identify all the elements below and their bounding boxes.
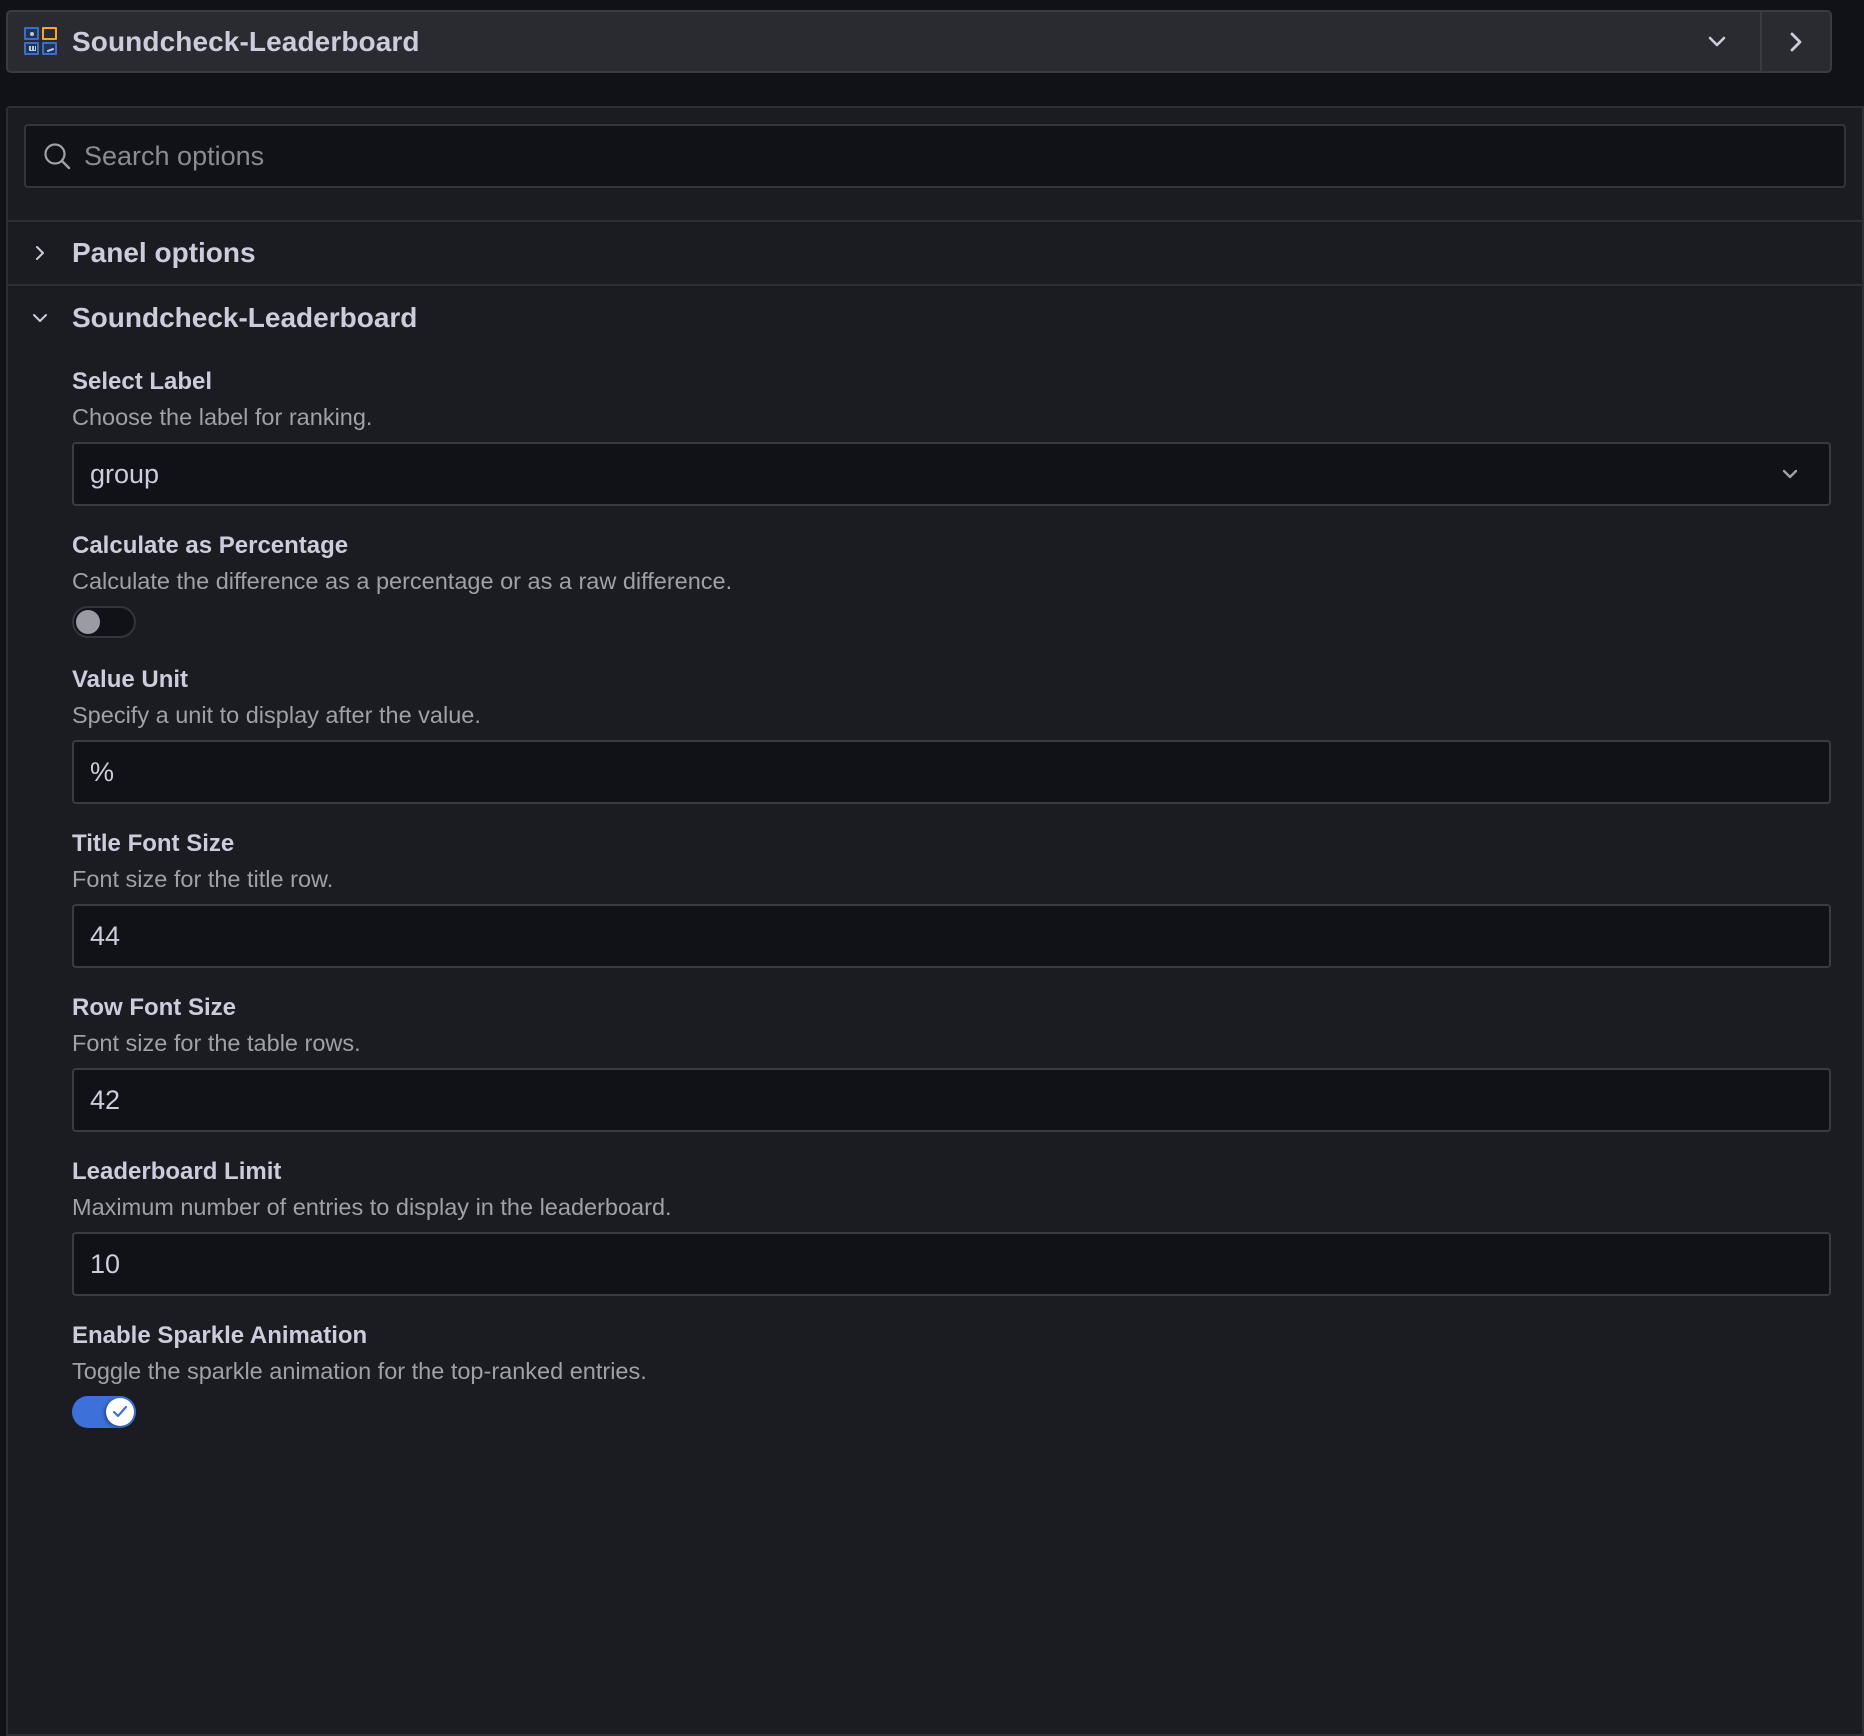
field-label: Calculate as Percentage	[72, 532, 349, 559]
field-description: Choose the label for ranking.	[72, 404, 373, 430]
field-label: Enable Sparkle Animation	[72, 1322, 368, 1349]
options-pane: Panel options Soundcheck-Leaderboard Sel…	[6, 106, 1864, 1736]
chevron-down-icon	[1777, 469, 1803, 479]
select-value: group	[90, 458, 160, 489]
section-soundcheck-leaderboard[interactable]: Soundcheck-Leaderboard	[8, 286, 1862, 350]
field-description: Toggle the sparkle animation for the top…	[72, 1358, 647, 1384]
visualization-title: Soundcheck-Leaderboard	[72, 25, 420, 57]
title-font-size-input[interactable]: 44	[72, 904, 1831, 968]
field-value-unit: Value Unit Specify a unit to display aft…	[72, 664, 1836, 804]
field-calculate-percentage: Calculate as Percentage Calculate the di…	[72, 530, 1836, 638]
field-description: Font size for the table rows.	[72, 1030, 361, 1056]
field-label: Value Unit	[72, 666, 189, 693]
leaderboard-limit-input[interactable]: 10	[72, 1232, 1831, 1296]
sparkle-animation-toggle[interactable]	[72, 1396, 136, 1428]
field-select-label: Select Label Choose the label for rankin…	[72, 366, 1836, 506]
field-description: Font size for the title row.	[72, 866, 334, 892]
toggle-knob	[76, 610, 100, 634]
field-description: Calculate the difference as a percentage…	[72, 568, 733, 594]
visualization-dropdown-button[interactable]	[1697, 12, 1737, 71]
section-title: Panel options	[72, 237, 256, 268]
search-section	[8, 108, 1862, 222]
chevron-down-icon	[30, 313, 50, 323]
chevron-right-icon	[30, 245, 50, 261]
visualization-picker: Soundcheck-Leaderboard	[6, 10, 1832, 73]
field-title-font-size: Title Font Size Font size for the title …	[72, 828, 1836, 968]
field-label: Row Font Size	[72, 994, 236, 1021]
select-label-dropdown[interactable]: group	[72, 442, 1831, 506]
value-unit-input[interactable]: %	[72, 740, 1831, 804]
visualization-panel-icon	[24, 27, 57, 56]
row-font-size-input[interactable]: 42	[72, 1068, 1831, 1132]
search-box[interactable]	[24, 124, 1846, 188]
section-fields: Select Label Choose the label for rankin…	[8, 366, 1862, 1428]
field-label: Title Font Size	[72, 830, 235, 857]
field-leaderboard-limit: Leaderboard Limit Maximum number of entr…	[72, 1156, 1836, 1296]
field-description: Maximum number of entries to display in …	[72, 1194, 672, 1220]
chevron-down-icon	[1708, 36, 1726, 46]
visualization-picker-toggle[interactable]: Soundcheck-Leaderboard	[8, 12, 1697, 71]
chevron-right-icon	[1790, 32, 1802, 51]
field-row-font-size: Row Font Size Font size for the table ro…	[72, 992, 1836, 1132]
checkmark-icon	[112, 1405, 128, 1418]
section-panel-options[interactable]: Panel options	[8, 222, 1862, 286]
field-description: Specify a unit to display after the valu…	[72, 702, 481, 728]
field-sparkle-animation: Enable Sparkle Animation Toggle the spar…	[72, 1320, 1836, 1428]
field-label: Leaderboard Limit	[72, 1158, 282, 1185]
toggle-knob	[106, 1398, 134, 1426]
search-icon	[42, 141, 72, 171]
visualization-next-button[interactable]	[1762, 12, 1830, 71]
calculate-percentage-toggle[interactable]	[72, 606, 136, 638]
search-input[interactable]	[84, 126, 1844, 186]
section-title: Soundcheck-Leaderboard	[72, 302, 418, 333]
field-label: Select Label	[72, 368, 213, 395]
